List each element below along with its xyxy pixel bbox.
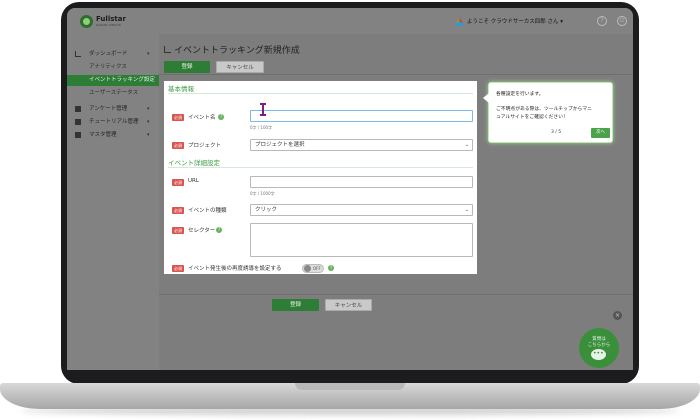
url-counter: 0字 / 1000字 [250, 191, 275, 196]
cancel-button-top[interactable]: キャンセル [216, 61, 264, 73]
user-menu[interactable]: ようこそ クラウドサーカス四郎 さん ▾ [467, 17, 563, 25]
project-label: プロジェクト [188, 143, 222, 149]
required-badge: 必須 [172, 179, 184, 186]
chevron-down-icon: ⌄ [464, 207, 469, 213]
logo-icon [80, 15, 93, 28]
project-select-value: プロジェクトを選択 [255, 142, 305, 148]
toggle-knob [304, 265, 311, 272]
chevron-down-icon: ▾ [147, 51, 150, 57]
sidebar-item-event-tracking[interactable]: イベントトラッキング設定 [67, 75, 159, 86]
laptop-notch [295, 383, 405, 390]
register-button-bottom[interactable]: 登録 [272, 299, 319, 311]
user-avatar-icon [455, 17, 464, 26]
required-badge: 必須 [172, 142, 184, 149]
sidebar-item-anchor[interactable]: アンケート管理 ▾ [67, 103, 159, 115]
register-button-top[interactable]: 登録 [164, 61, 210, 73]
app-screen: Fullstar CLOUD CIRCUS ようこそ クラウドサーカス四郎 さん… [67, 8, 633, 370]
tooltip-line-1: 各種設定を行います。 [496, 92, 544, 97]
divider [159, 74, 633, 75]
chart-icon [75, 51, 81, 57]
chat-icon [591, 349, 606, 360]
event-name-input[interactable] [250, 110, 473, 122]
logo-text: Fullstar [96, 15, 126, 23]
chevron-down-icon: ▾ [147, 106, 150, 112]
help-icon[interactable]: ? [597, 16, 607, 26]
required-badge: 必須 [172, 227, 184, 234]
sidebar-item-tutorial[interactable]: チュートリアル管理 ▾ [67, 116, 159, 128]
sidebar-item-user-status[interactable]: ユーザーステータス [67, 88, 159, 99]
survey-icon [75, 106, 81, 112]
chevron-down-icon: ▾ [147, 119, 150, 125]
help-icon[interactable]: ? [216, 227, 222, 233]
page-title: イベントトラッキング新規作成 [174, 46, 300, 56]
master-icon [75, 132, 81, 138]
tooltip-page-indicator: 3 / 5 [551, 130, 562, 135]
section-detail-heading: イベント詳細設定 [168, 159, 220, 167]
section-basic-heading: 基本情報 [168, 85, 194, 93]
logo-subtext: CLOUD CIRCUS [96, 23, 121, 27]
chat-widget-button[interactable]: 質問は こちらから [579, 328, 619, 368]
divider [159, 294, 633, 295]
toggle-state-label: OFF [313, 266, 321, 271]
url-input[interactable] [250, 176, 473, 188]
sidebar-item-dashboard[interactable]: ダッシュボード ▾ [67, 48, 159, 60]
help-icon[interactable]: ? [218, 114, 224, 120]
event-type-label: イベントの種類 [188, 208, 227, 214]
tooltip-line-2: ご不明点がある際は、ツールチップからマニ [496, 107, 592, 112]
selector-textarea[interactable] [250, 223, 473, 257]
event-name-label: イベント名 [188, 115, 216, 121]
required-badge: 必須 [172, 207, 184, 214]
chat-line-2: こちらから [587, 343, 611, 348]
cancel-button-bottom[interactable]: キャンセル [325, 299, 372, 311]
help-icon[interactable]: ? [328, 265, 334, 271]
event-type-select-value: クリック [255, 207, 278, 213]
chevron-down-icon: ▾ [147, 132, 150, 138]
top-bar: Fullstar CLOUD CIRCUS ようこそ クラウドサーカス四郎 さん… [67, 8, 633, 34]
event-type-select[interactable]: クリック ⌄ [250, 204, 473, 216]
sidebar: ダッシュボード ▾ アナリティクス イベントトラッキング設定 ユーザーステータス… [67, 34, 159, 370]
required-badge: 必須 [172, 114, 184, 121]
tutorial-tooltip: 各種設定を行います。 ご不明点がある際は、ツールチップからマニ ュアルサイトをご… [483, 82, 613, 143]
tooltip-next-button[interactable]: 次へ [591, 128, 610, 138]
tooltip-line-3: ュアルサイトをご確認ください！ [496, 115, 568, 120]
sidebar-item-analytics[interactable]: アナリティクス [67, 62, 159, 73]
event-name-counter: 0字 / 100字 [250, 125, 273, 130]
selector-label: セレクター [188, 228, 216, 234]
event-limit-toggle[interactable]: OFF [302, 264, 324, 273]
close-icon[interactable]: × [613, 311, 622, 320]
project-select[interactable]: プロジェクトを選択 ⌄ [250, 139, 473, 151]
divider [168, 167, 473, 168]
logout-icon[interactable]: ⏻ [617, 16, 627, 26]
divider [168, 93, 473, 94]
event-limit-label: イベント発生後の再度誘導を設定する [188, 266, 282, 272]
url-label: URL [188, 178, 199, 184]
form-panel: 基本情報 必須 イベント名 ? 0字 / 100字 必須 プロジェクト プロジェ… [164, 81, 477, 274]
chart-icon [164, 46, 171, 53]
text-cursor-icon [260, 103, 266, 116]
tutorial-icon [75, 119, 81, 125]
required-badge: 必須 [172, 265, 184, 272]
chevron-down-icon: ⌄ [464, 142, 469, 148]
sidebar-item-master[interactable]: マスタ管理 ▾ [67, 129, 159, 141]
